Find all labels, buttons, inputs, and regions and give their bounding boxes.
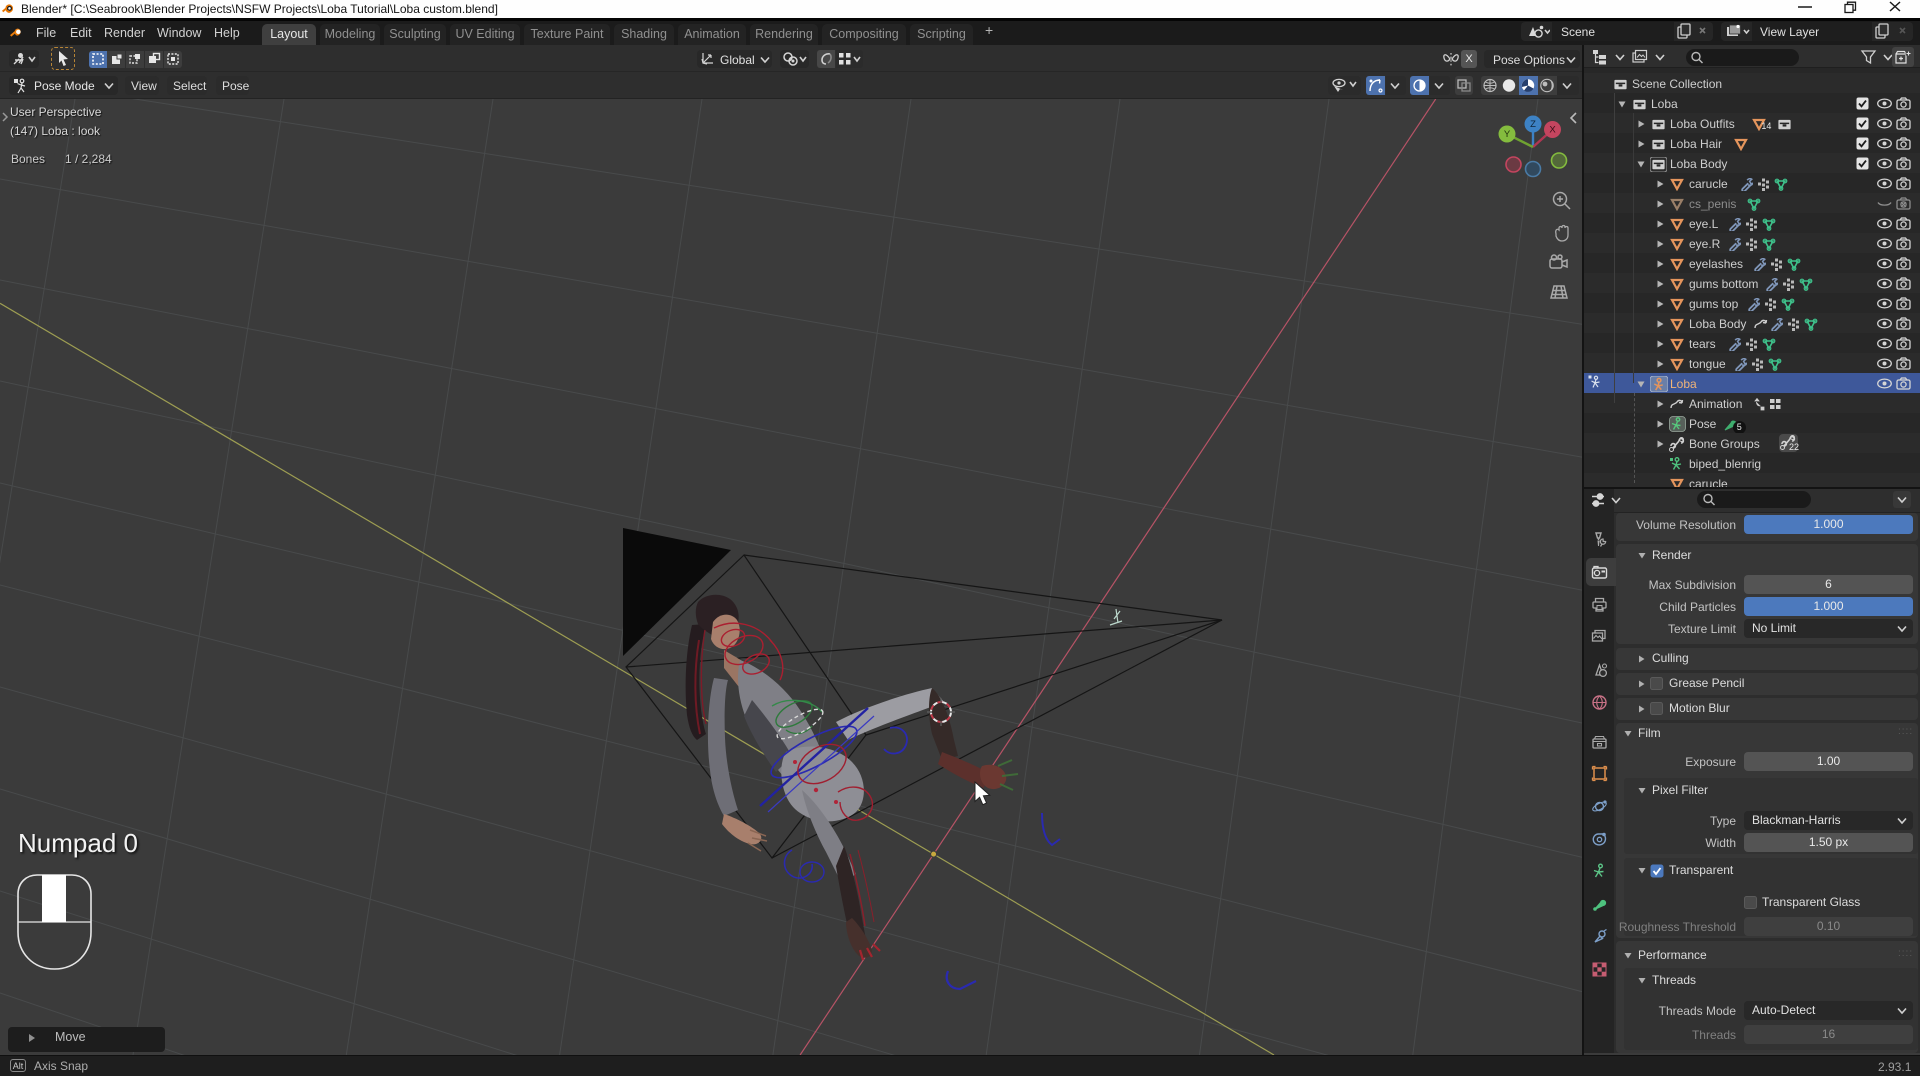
svg-text:X: X [1549,125,1556,136]
svg-text:Z: Z [1530,119,1536,130]
svg-text:Y: Y [1504,129,1511,140]
